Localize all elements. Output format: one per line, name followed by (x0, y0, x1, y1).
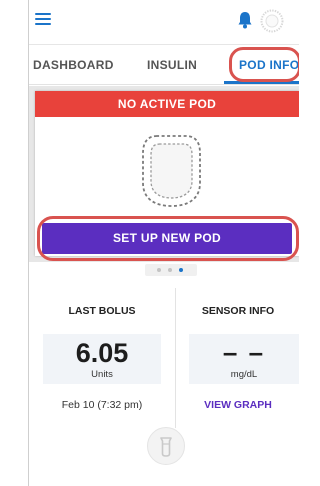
view-graph-link[interactable]: VIEW GRAPH (177, 399, 299, 411)
bolus-icon[interactable] (147, 427, 185, 465)
highlight-ring-pod-info-tab (229, 47, 299, 82)
top-bar (29, 0, 299, 45)
last-bolus-value: 6.05 (75, 338, 129, 368)
bell-icon[interactable] (237, 10, 253, 30)
tab-dashboard[interactable]: DASHBOARD (33, 58, 114, 72)
page-dot-2[interactable] (168, 268, 172, 272)
tab-insulin[interactable]: INSULIN (147, 58, 197, 72)
last-bolus-date: Feb 10 (7:32 pm) (61, 399, 143, 411)
last-bolus-units: Units (91, 369, 113, 380)
section-divider (175, 288, 176, 428)
last-bolus-value-box: 6.05 Units (43, 334, 161, 384)
page-dot-1[interactable] (157, 268, 161, 272)
no-active-pod-banner: NO ACTIVE POD (35, 91, 299, 117)
phone-screen: DASHBOARD INSULIN POD INFO NO ACTIVE POD… (28, 0, 299, 486)
sensor-info-label: SENSOR INFO (201, 305, 275, 317)
hamburger-menu-icon[interactable] (35, 13, 51, 26)
sensor-value-placeholder: – – (222, 337, 266, 367)
highlight-ring-setup-button (37, 216, 299, 261)
pod-status-ring-icon[interactable] (260, 9, 284, 33)
sensor-value-box: – – mg/dL (189, 334, 299, 384)
carousel-page-indicator[interactable] (145, 264, 197, 276)
pod-outline-icon (139, 133, 204, 209)
last-bolus-label: LAST BOLUS (68, 305, 136, 317)
page-dot-3-active[interactable] (179, 268, 183, 272)
sensor-units: mg/dL (230, 369, 258, 380)
